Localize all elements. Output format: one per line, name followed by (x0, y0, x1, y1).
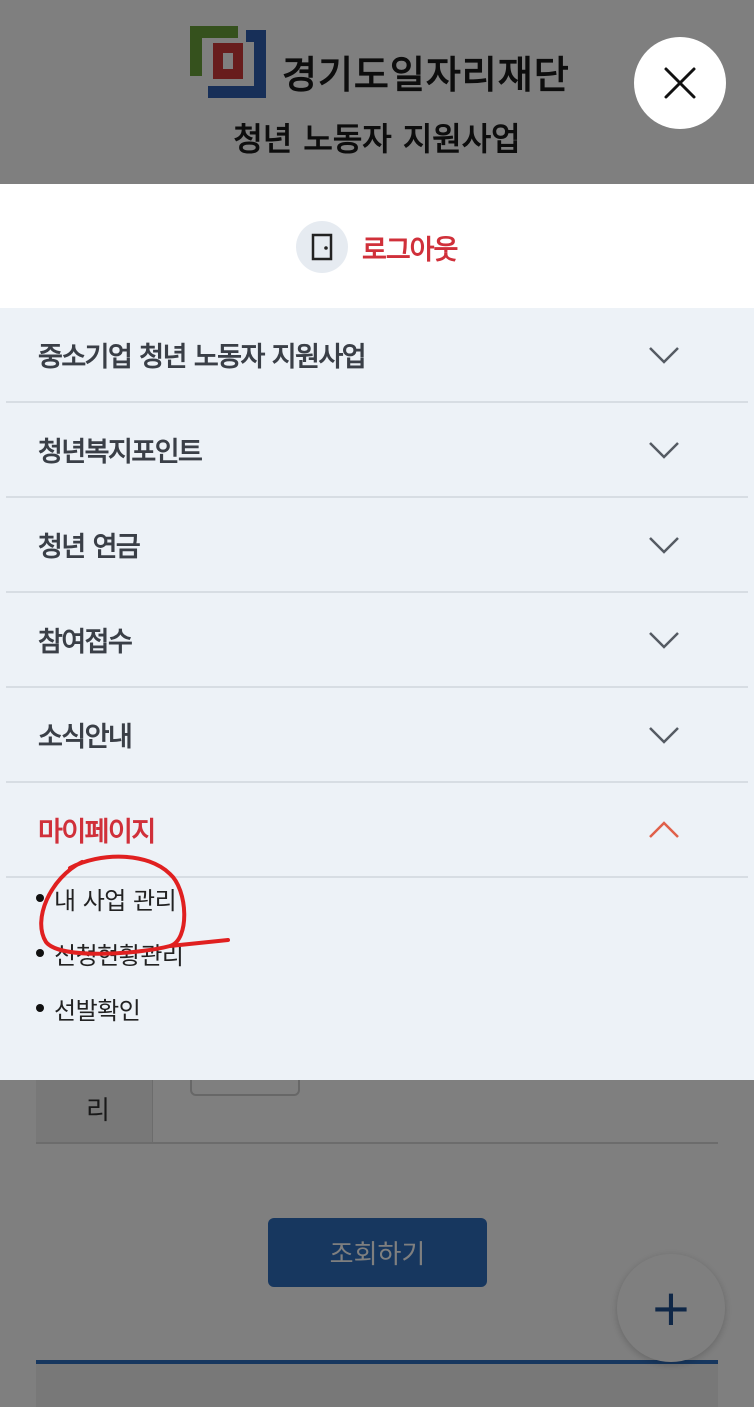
menu-panel: 로그아웃 중소기업 청년 노동자 지원사업 청년복지포인트 청년 연금 참여접수 (0, 184, 754, 1080)
menu-item-label: 마이페이지 (38, 817, 156, 848)
menu-item-sme-youth-worker[interactable]: 중소기업 청년 노동자 지원사업 (6, 308, 748, 403)
submenu-item-label: 신청현황관리 (54, 941, 184, 970)
logout-link[interactable]: 로그아웃 (296, 221, 458, 273)
menu-item-youth-pension[interactable]: 청년 연금 (6, 498, 748, 593)
submenu-item-application-status[interactable]: 신청현황관리 (36, 935, 184, 971)
menu-item-label: 청년 연금 (38, 532, 141, 563)
bullet-icon (36, 894, 44, 902)
logout-label: 로그아웃 (362, 234, 458, 266)
chevron-down-icon[interactable] (634, 705, 694, 765)
submenu-item-selection-check[interactable]: 선발확인 (36, 990, 141, 1026)
menu-item-application[interactable]: 참여접수 (6, 593, 748, 688)
menu-item-welfare-point[interactable]: 청년복지포인트 (6, 403, 748, 498)
submenu-item-label: 선발확인 (54, 996, 141, 1025)
submenu-item-label: 내 사업 관리 (54, 886, 177, 915)
chevron-down-icon[interactable] (634, 420, 694, 480)
close-icon (664, 67, 696, 99)
bullet-icon (36, 1004, 44, 1012)
menu-item-label: 소식안내 (38, 722, 133, 753)
chevron-down-icon[interactable] (634, 515, 694, 575)
bullet-icon (36, 949, 44, 957)
menu-item-mypage[interactable]: 마이페이지 (6, 783, 748, 878)
chevron-up-icon[interactable] (634, 800, 694, 860)
menu-item-label: 청년복지포인트 (38, 437, 203, 468)
close-menu-button[interactable] (634, 37, 726, 129)
door-icon (296, 221, 348, 273)
menu-item-label: 중소기업 청년 노동자 지원사업 (38, 342, 367, 373)
logout-bar: 로그아웃 (0, 184, 754, 308)
main-menu: 중소기업 청년 노동자 지원사업 청년복지포인트 청년 연금 참여접수 소식안내 (0, 308, 754, 878)
submenu-item-my-business[interactable]: 내 사업 관리 (36, 880, 177, 916)
chevron-down-icon[interactable] (634, 325, 694, 385)
chevron-down-icon[interactable] (634, 610, 694, 670)
menu-item-label: 참여접수 (38, 627, 133, 658)
menu-item-news[interactable]: 소식안내 (6, 688, 748, 783)
